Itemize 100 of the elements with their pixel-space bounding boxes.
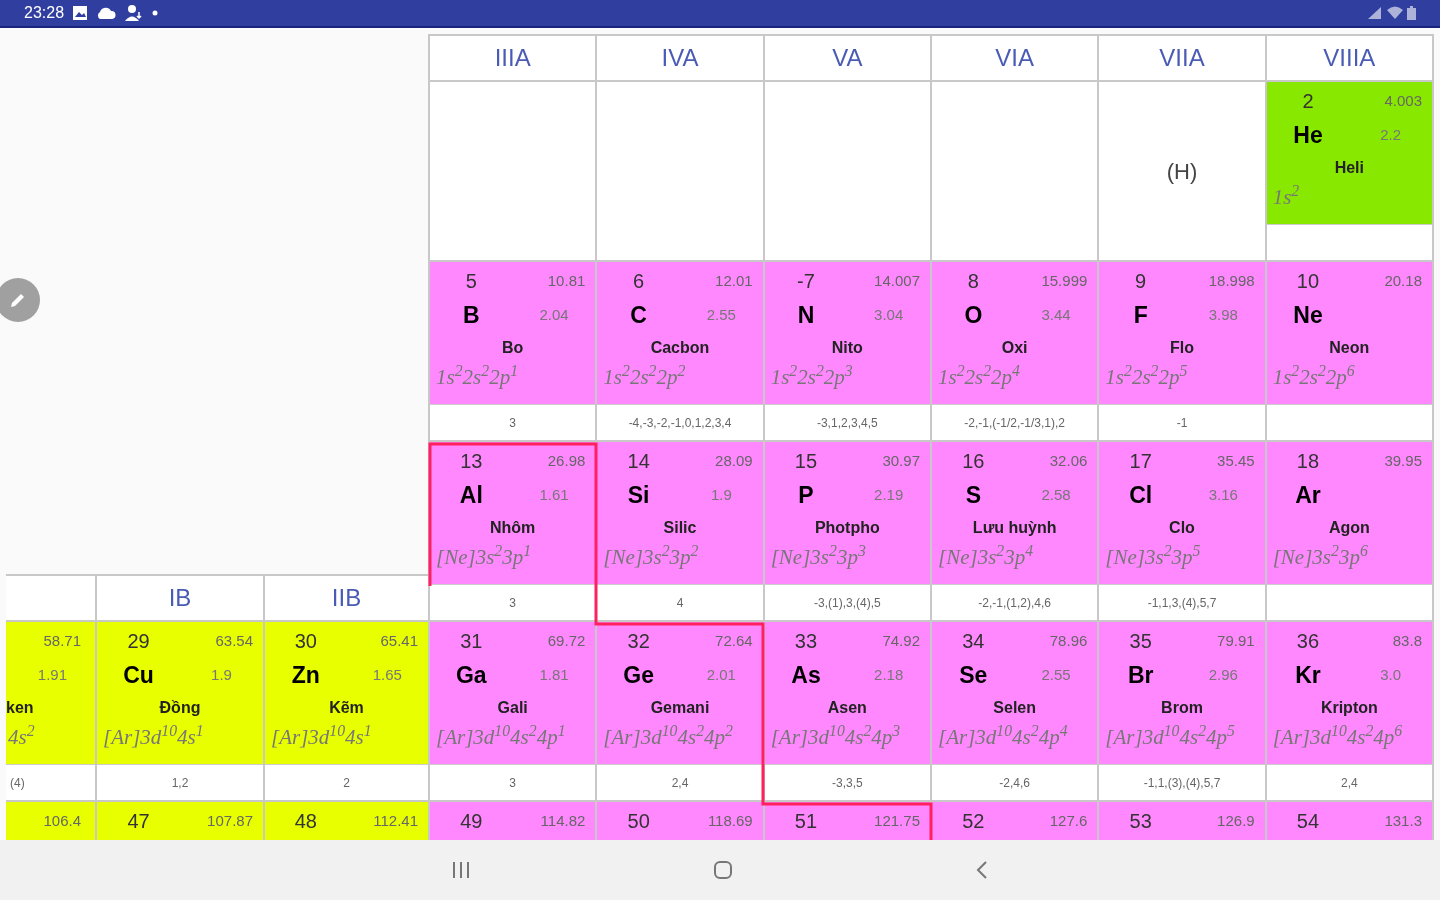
- atomic-mass: 72.64: [714, 630, 754, 651]
- atomic-mass: 32.06: [1048, 450, 1089, 471]
- atomic-number: 31: [459, 629, 484, 654]
- electron-configuration: [Ne]3s$^{2}$3p$^{4}$: [937, 542, 1035, 571]
- atomic-mass: 20.18: [1383, 270, 1423, 291]
- element-name: ken: [6, 698, 35, 718]
- dot-icon: [152, 10, 159, 16]
- atomic-mass: 118.69: [706, 810, 754, 831]
- electron-configuration: [Ar]3d$^{10}$4s$^{2}$4p$^{3}$: [769, 722, 902, 751]
- electronegativity: 2.96: [1207, 664, 1239, 685]
- element-name: Selen: [992, 698, 1037, 718]
- atomic-number: 9: [1134, 269, 1148, 294]
- atomic-number: 2: [1301, 89, 1315, 114]
- electronegativity: 1.81: [538, 664, 570, 685]
- atomic-mass: 63.54: [214, 630, 254, 651]
- electronegativity: 3.04: [873, 304, 905, 325]
- column-header: IVA: [597, 34, 765, 82]
- atomic-mass: 10.81: [546, 270, 587, 291]
- element-name: Brom: [1160, 698, 1204, 718]
- element-symbol: As: [790, 660, 822, 690]
- column-header: VIIA: [1099, 34, 1267, 82]
- element-symbol: S: [964, 480, 982, 510]
- element-name: Cacbon: [649, 338, 711, 358]
- battery-icon: [1407, 6, 1416, 20]
- electronegativity: 3.98: [1207, 304, 1239, 325]
- atomic-mass: 58.71: [43, 630, 81, 651]
- electron-configuration: 1s$^{2}$2s$^{2}$2p$^{2}$: [602, 362, 687, 391]
- atomic-number: 17: [1128, 449, 1153, 474]
- atomic-mass: 74.92: [881, 630, 921, 651]
- element-symbol: F: [1132, 300, 1149, 330]
- element-symbol: Si: [626, 480, 651, 510]
- element-name: Agon: [1327, 518, 1371, 538]
- element-symbol: He: [1292, 120, 1324, 150]
- atomic-mass: 114.82: [539, 810, 587, 831]
- element-symbol: Cl: [1128, 480, 1154, 510]
- electron-configuration: 1s$^{2}$: [1271, 182, 1301, 211]
- atomic-mass: 127.6: [1048, 810, 1089, 831]
- element-symbol: Ne: [1292, 300, 1324, 330]
- atomic-mass: 28.09: [714, 450, 754, 471]
- electronegativity: 2.58: [1040, 484, 1072, 505]
- element-symbol: Cu: [122, 660, 155, 690]
- element-name: Neon: [1328, 338, 1371, 358]
- column-header: IIIA: [430, 34, 598, 82]
- element-name: Heli: [1333, 158, 1365, 178]
- atomic-mass: 12.01: [714, 270, 754, 291]
- element-symbol: Se: [958, 660, 989, 690]
- column-header: VIIIA: [1266, 34, 1434, 82]
- atomic-number: 53: [1128, 809, 1153, 834]
- element-symbol: Zn: [290, 660, 321, 690]
- atomic-mass: 15.999: [1040, 270, 1089, 291]
- back-icon[interactable]: [975, 860, 989, 880]
- element-symbol: Ga: [455, 660, 488, 690]
- element-name: Gali: [496, 698, 529, 718]
- atomic-number: 13: [459, 449, 484, 474]
- atomic-mass: 65.41: [379, 630, 419, 651]
- wifi-icon: [1387, 6, 1403, 20]
- electronegativity: 2.01: [705, 664, 737, 685]
- element-symbol: O: [963, 300, 984, 330]
- element-symbol: Br: [1126, 660, 1155, 690]
- recent-apps-icon[interactable]: [451, 861, 471, 879]
- electron-configuration: [Ar]3d$^{10}$4s$^{2}$4p$^{6}$: [1271, 722, 1404, 751]
- person-icon: [124, 4, 145, 22]
- atomic-number: 48: [293, 809, 318, 834]
- electronegativity: 1.9: [709, 484, 733, 505]
- home-icon[interactable]: [713, 860, 733, 880]
- image-icon: [72, 5, 89, 21]
- element-name: Asen: [826, 698, 868, 718]
- atomic-mass: 106.4: [43, 810, 81, 831]
- atomic-mass: 26.98: [546, 450, 587, 471]
- atomic-number: 36: [1295, 629, 1321, 654]
- electron-configuration: [Ar]3d$^{10}$4s$^{1}$: [270, 722, 373, 751]
- electronegativity: 3.16: [1207, 484, 1239, 505]
- electronegativity: 2.04: [538, 304, 570, 325]
- element-name: Clo: [1168, 518, 1196, 538]
- atomic-mass: 39.95: [1383, 450, 1423, 471]
- electronegativity: 2.55: [705, 304, 737, 325]
- element-name: Kripton: [1319, 698, 1379, 718]
- electronegativity: 1.61: [538, 484, 570, 505]
- element-name: Nhôm: [489, 518, 537, 538]
- atomic-number: 54: [1295, 809, 1321, 834]
- atomic-number: 32: [626, 629, 651, 654]
- electronegativity: 3.0: [1379, 664, 1403, 685]
- element-symbol: P: [797, 480, 815, 510]
- element-name: Bo: [501, 338, 525, 358]
- table-cell: (H): [1099, 82, 1267, 262]
- edit-button[interactable]: [0, 278, 40, 322]
- atomic-mass: 69.72: [546, 630, 587, 651]
- atomic-number: 50: [626, 809, 651, 834]
- electron-configuration: 1s$^{2}$2s$^{2}$2p$^{4}$: [937, 362, 1021, 391]
- element-name: Flo: [1169, 338, 1195, 358]
- electron-configuration: [Ne]3s$^{2}$3p$^{2}$: [602, 542, 700, 571]
- atomic-mass: 121.75: [873, 810, 921, 831]
- atomic-number: 29: [126, 629, 151, 654]
- atomic-mass: 4.003: [1383, 90, 1423, 111]
- electronegativity: 1.9: [210, 664, 233, 685]
- element-name: Kẽm: [328, 698, 365, 718]
- atomic-number: 52: [961, 809, 986, 834]
- atomic-mass: 18.998: [1207, 270, 1256, 291]
- electron-configuration: [Ne]3s$^{2}$3p$^{3}$: [769, 542, 867, 571]
- element-symbol: B: [462, 300, 481, 330]
